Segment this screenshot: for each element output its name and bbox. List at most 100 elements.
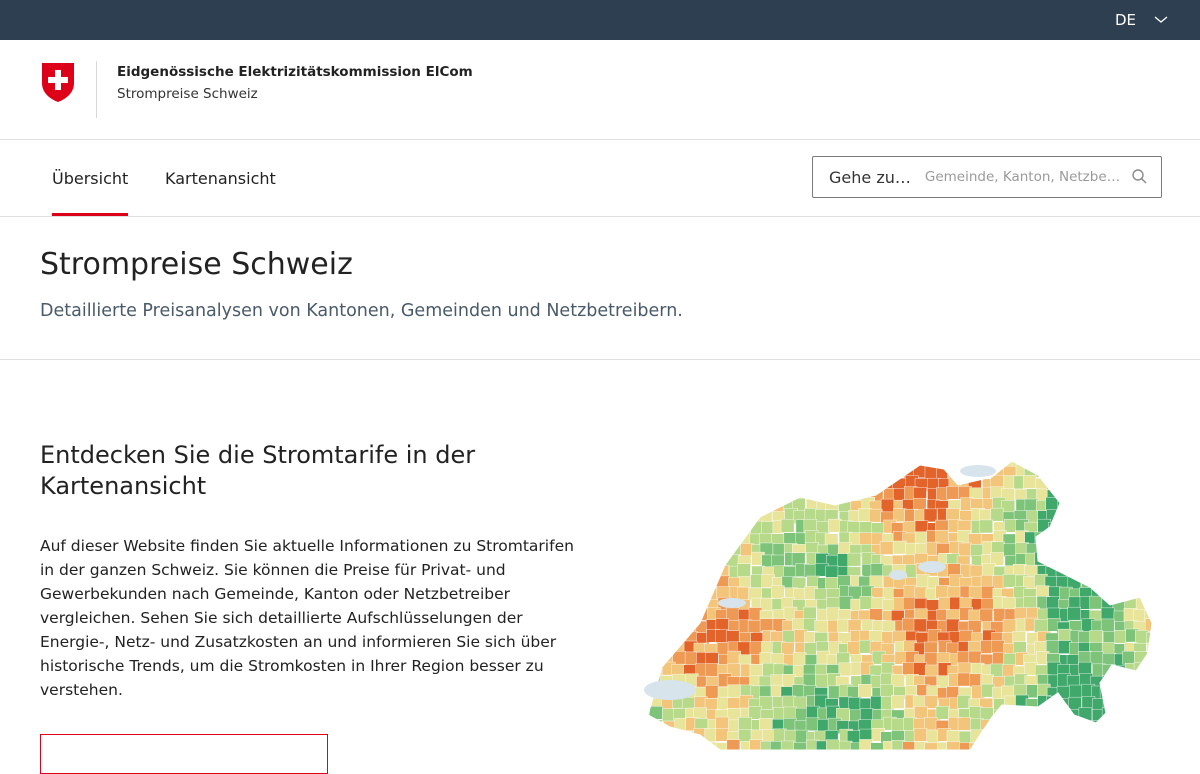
map-region-cell[interactable] [1101, 554, 1115, 568]
map-region-cell[interactable] [1155, 675, 1160, 688]
map-region-cell[interactable] [1134, 509, 1149, 524]
map-region-cell[interactable] [968, 586, 983, 600]
map-region-cell[interactable] [946, 455, 960, 468]
map-region-cell[interactable] [682, 489, 697, 503]
map-region-cell[interactable] [993, 741, 1007, 750]
map-region-cell[interactable] [747, 620, 762, 634]
map-region-cell[interactable] [1123, 476, 1137, 490]
map-region-cell[interactable] [727, 684, 742, 698]
map-region-cell[interactable] [1091, 741, 1106, 750]
map-region-cell[interactable] [1135, 565, 1149, 580]
map-region-cell[interactable] [694, 544, 708, 559]
map-region-cell[interactable] [1003, 719, 1017, 734]
map-region-cell[interactable] [1157, 697, 1160, 710]
map-region-cell[interactable] [726, 739, 741, 750]
map-region-cell[interactable] [1143, 542, 1157, 556]
map-region-cell[interactable] [761, 521, 775, 535]
map-region-cell[interactable] [728, 510, 742, 524]
map-region-cell[interactable] [660, 466, 675, 481]
map-region-cell[interactable] [1146, 662, 1159, 676]
tab-uebersicht[interactable]: Übersicht [52, 140, 129, 216]
map-region-cell[interactable] [1037, 541, 1051, 555]
map-region-cell[interactable] [1022, 475, 1037, 489]
map-region-cell[interactable] [684, 651, 699, 666]
map-region-cell[interactable] [861, 463, 876, 478]
map-region-cell[interactable] [826, 607, 841, 621]
map-region-cell[interactable] [641, 499, 654, 513]
map-region-cell[interactable] [694, 476, 708, 490]
map-region-cell[interactable] [1068, 455, 1083, 467]
map-region-cell[interactable] [1066, 500, 1081, 514]
map-region-cell[interactable] [780, 518, 795, 533]
map-region-cell[interactable] [685, 475, 699, 490]
map-region-cell[interactable] [1046, 596, 1060, 610]
map-region-cell[interactable] [1068, 489, 1082, 503]
map-region-cell[interactable] [640, 475, 653, 490]
map-region-cell[interactable] [1024, 498, 1039, 513]
map-region-cell[interactable] [916, 574, 930, 588]
map-region-cell[interactable] [1112, 740, 1126, 750]
map-region-cell[interactable] [1124, 520, 1139, 535]
map-region-cell[interactable] [1089, 595, 1103, 610]
map-region-cell[interactable] [682, 511, 697, 526]
map-region-cell[interactable] [705, 685, 719, 699]
map-region-cell[interactable] [729, 489, 743, 503]
map-region-cell[interactable] [792, 455, 806, 468]
map-region-cell[interactable] [695, 466, 709, 481]
map-region-cell[interactable] [1112, 521, 1126, 535]
map-region-cell[interactable] [1135, 531, 1149, 546]
map-region-cell[interactable] [817, 489, 831, 503]
map-region-cell[interactable] [717, 487, 731, 502]
map-region-cell[interactable] [1102, 511, 1117, 525]
map-region-cell[interactable] [728, 530, 742, 545]
map-region-cell[interactable] [958, 730, 973, 745]
map-region-cell[interactable] [1111, 497, 1125, 511]
map-region-cell[interactable] [683, 619, 698, 633]
map-region-cell[interactable] [1035, 464, 1049, 478]
map-region-cell[interactable] [1079, 465, 1093, 479]
map-region-cell[interactable] [1069, 510, 1083, 524]
map-region-cell[interactable] [803, 476, 817, 490]
map-region-cell[interactable] [1147, 654, 1160, 668]
map-region-cell[interactable] [1122, 497, 1136, 512]
map-region-cell[interactable] [1089, 651, 1104, 665]
map-region-cell[interactable] [1136, 695, 1151, 709]
map-region-cell[interactable] [685, 739, 699, 750]
map-region-cell[interactable] [935, 585, 949, 599]
map-region-cell[interactable] [695, 510, 710, 524]
map-region-cell[interactable] [1070, 477, 1085, 492]
map-region-cell[interactable] [662, 540, 676, 555]
map-region-cell[interactable] [1103, 488, 1117, 502]
map-region-cell[interactable] [1103, 544, 1118, 558]
map-region-cell[interactable] [674, 585, 688, 599]
map-region-cell[interactable] [1146, 552, 1159, 566]
map-region-cell[interactable] [1068, 719, 1082, 733]
map-region-cell[interactable] [1078, 519, 1092, 533]
map-region-cell[interactable] [1135, 687, 1149, 701]
map-region-cell[interactable] [981, 455, 995, 467]
map-region-cell[interactable] [649, 456, 664, 470]
map-region-cell[interactable] [760, 455, 774, 467]
map-region-cell[interactable] [674, 610, 688, 625]
map-region-cell[interactable] [859, 596, 874, 610]
map-region-cell[interactable] [1068, 742, 1082, 750]
map-region-cell[interactable] [707, 508, 721, 522]
map-region-cell[interactable] [1058, 554, 1072, 569]
map-region-cell[interactable] [827, 477, 842, 492]
map-region-cell[interactable] [762, 475, 776, 489]
map-region-cell[interactable] [771, 464, 785, 478]
map-region-cell[interactable] [671, 576, 686, 590]
map-region-cell[interactable] [891, 464, 905, 478]
map-region-cell[interactable] [1057, 467, 1071, 481]
map-region-cell[interactable] [703, 518, 718, 533]
map-region-cell[interactable] [1111, 530, 1125, 545]
map-region-cell[interactable] [1112, 718, 1127, 732]
map-region-cell[interactable] [749, 474, 763, 489]
map-region-cell[interactable] [649, 575, 663, 590]
map-region-cell[interactable] [926, 729, 940, 744]
map-region-cell[interactable] [783, 456, 797, 470]
map-region-cell[interactable] [1145, 720, 1158, 734]
map-region-cell[interactable] [870, 563, 885, 577]
map-region-cell[interactable] [749, 455, 763, 468]
map-region-cell[interactable] [1133, 719, 1147, 734]
